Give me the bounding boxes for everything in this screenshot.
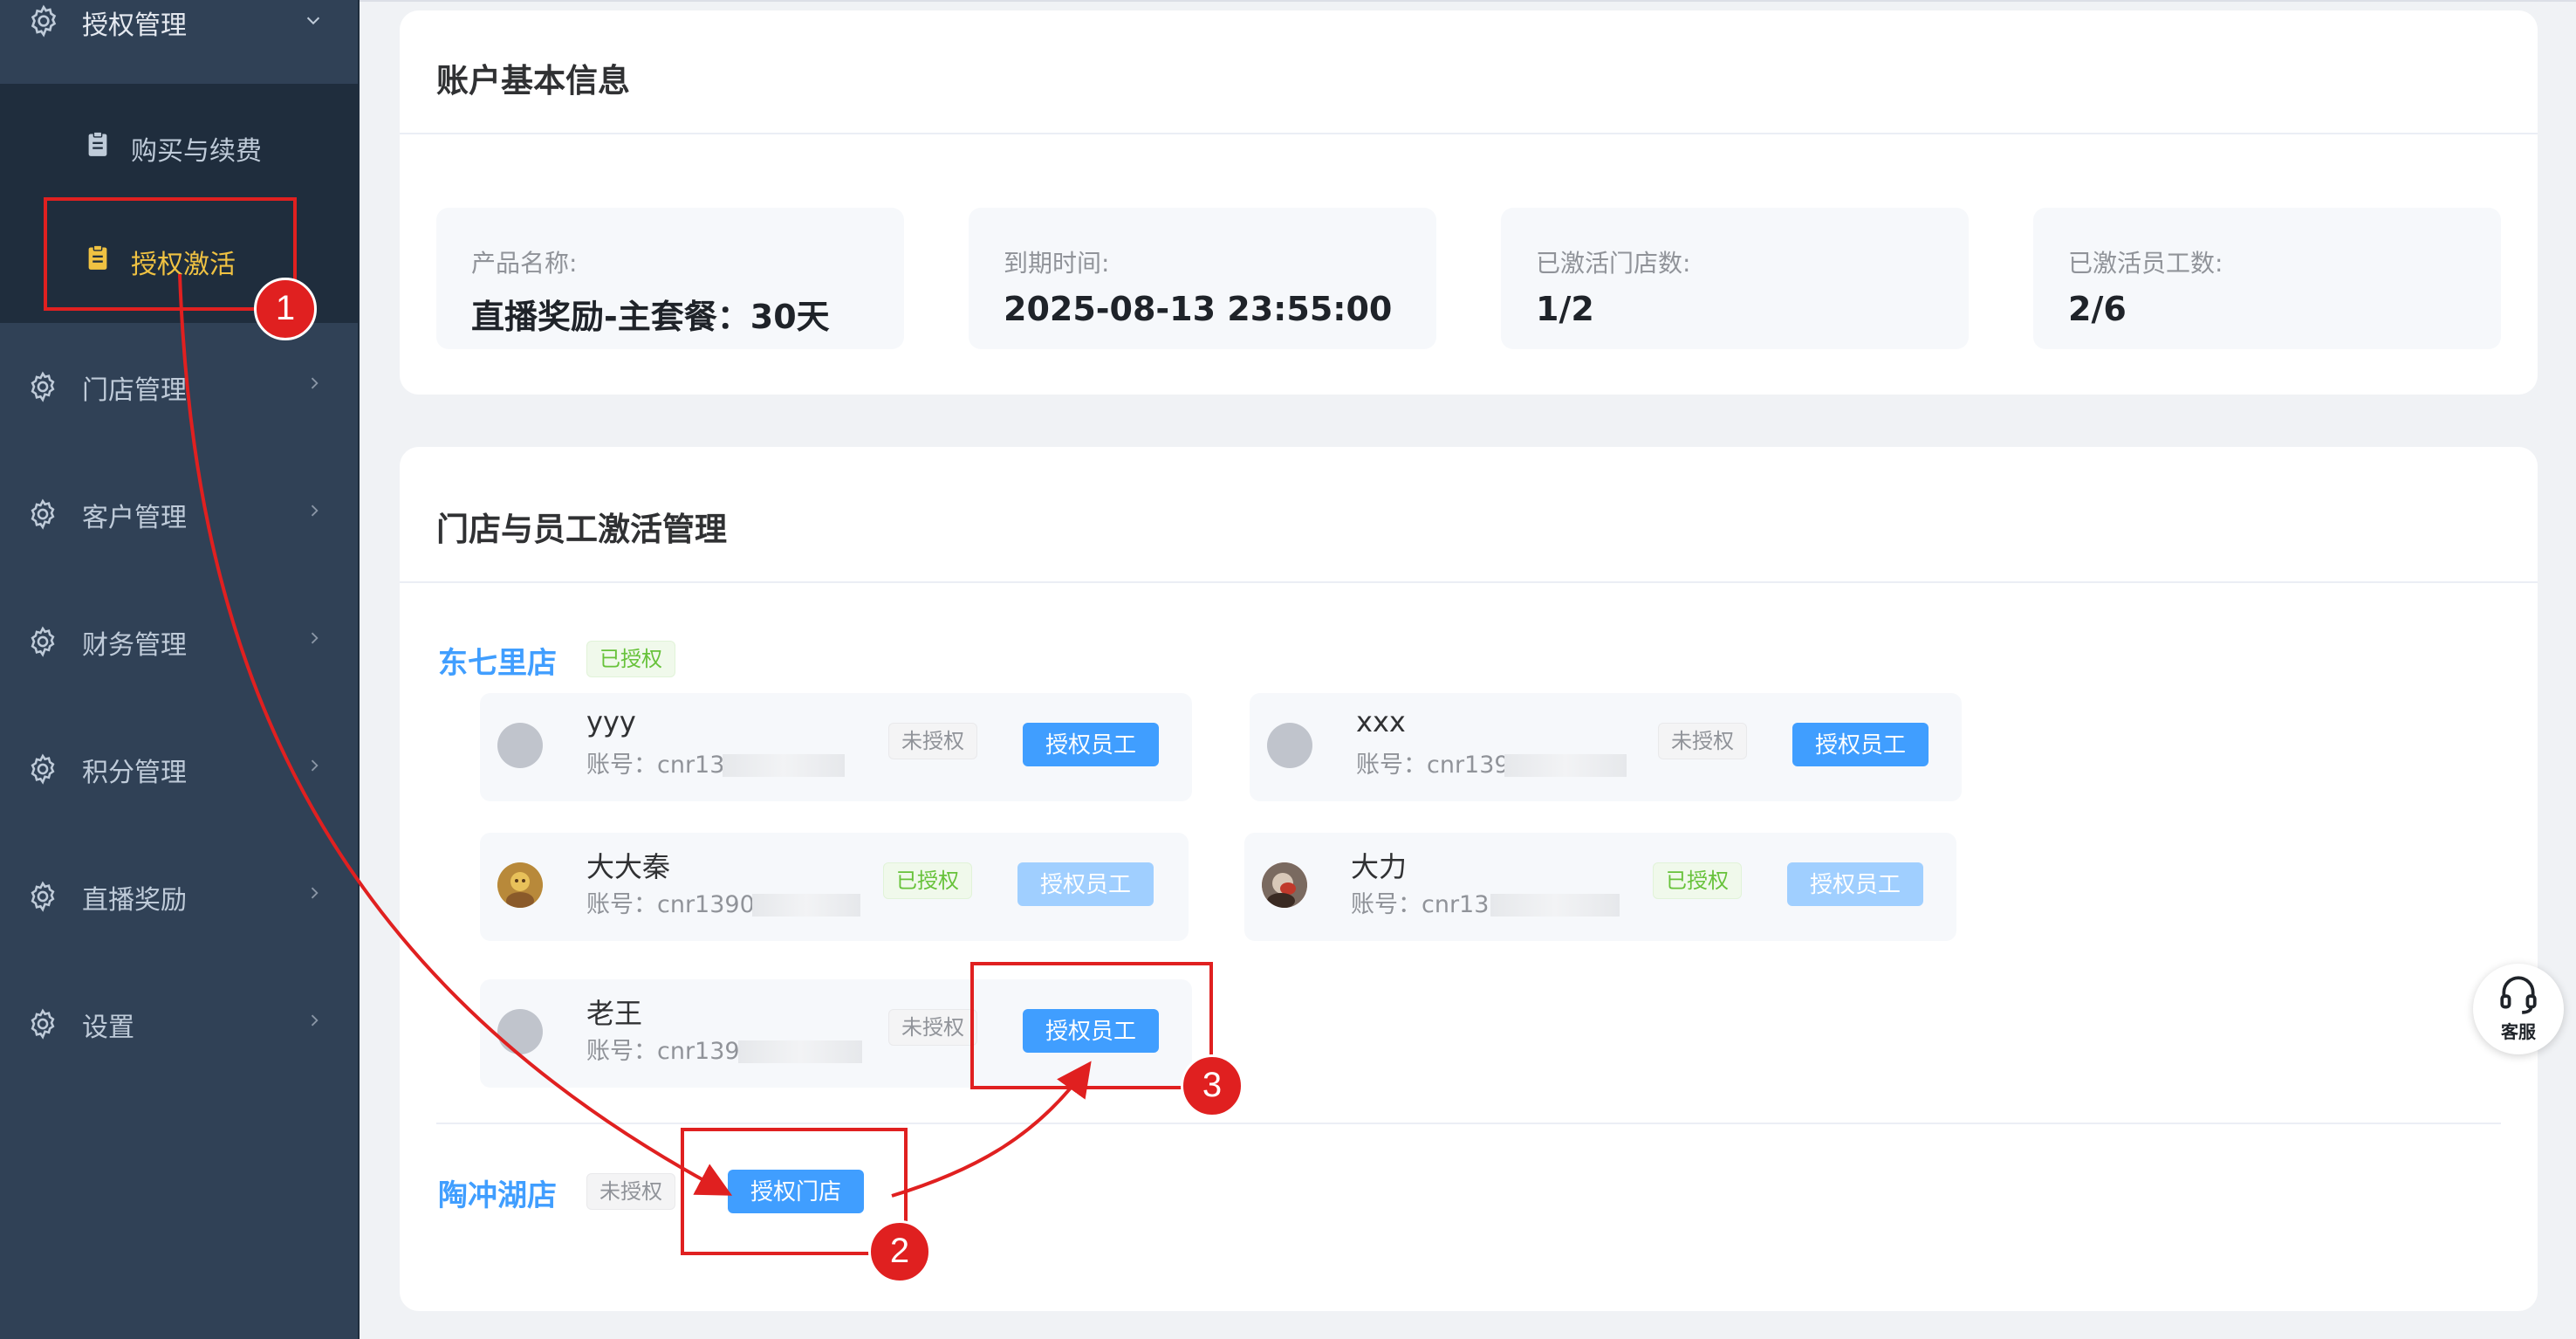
annotation-arrows <box>178 273 1092 1198</box>
annotation-step-3: 3 <box>1181 1054 1243 1117</box>
annotation-step-1: 1 <box>254 278 317 340</box>
annotation-step-2: 2 <box>868 1220 931 1283</box>
